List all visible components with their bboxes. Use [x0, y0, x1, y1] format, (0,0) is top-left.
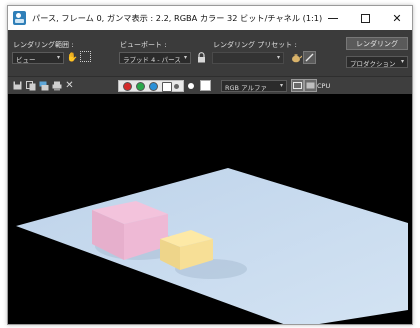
clone-icon[interactable]	[37, 79, 50, 92]
cpu-label: CPU	[317, 82, 331, 90]
rendered-scene	[16, 168, 408, 324]
render-area-value: ビュー	[16, 56, 36, 64]
render-viewport[interactable]	[8, 94, 412, 324]
print-icon[interactable]	[50, 79, 63, 92]
close-icon: ✕	[392, 11, 402, 25]
chevron-down-icon: ▾	[279, 82, 283, 89]
maximize-icon	[360, 13, 370, 23]
channel-toggle-group	[118, 80, 184, 92]
hand-icon[interactable]: ✋	[66, 51, 79, 64]
chevron-down-icon: ▾	[56, 54, 60, 61]
chevron-down-icon: ▾	[276, 54, 280, 61]
channel-value: RGB アルファ	[225, 84, 268, 92]
minimize-button[interactable]	[318, 6, 348, 30]
display-toggle-icon[interactable]	[291, 79, 304, 92]
preset-label: レンダリング プリセット :	[213, 41, 297, 49]
preset-dropdown[interactable]: ▾	[212, 52, 284, 64]
close-button[interactable]: ✕	[382, 6, 412, 30]
region-select-icon[interactable]	[80, 51, 91, 62]
maximize-button[interactable]	[350, 6, 380, 30]
production-value: プロダクション	[350, 60, 396, 68]
render-setup-icon[interactable]	[303, 51, 316, 64]
window-title: パース, フレーム 0, ガンマ表示 : 2.2, RGBA カラー 32 ビッ…	[32, 13, 323, 23]
title-bar[interactable]: パース, フレーム 0, ガンマ表示 : 2.2, RGBA カラー 32 ビッ…	[8, 6, 412, 30]
minimize-icon	[328, 17, 338, 19]
chevron-down-icon: ▾	[183, 54, 187, 61]
render-area-dropdown[interactable]: ビュー ▾	[12, 52, 64, 64]
save-icon[interactable]	[11, 79, 24, 92]
display-dot-icon[interactable]	[188, 83, 194, 89]
rendered-frame-window: パース, フレーム 0, ガンマ表示 : 2.2, RGBA カラー 32 ビッ…	[7, 5, 413, 325]
alpha-channel-toggle[interactable]	[162, 82, 172, 92]
render-button[interactable]: レンダリング	[346, 37, 408, 50]
frame-window-icon[interactable]	[304, 79, 317, 92]
chevron-down-icon: ▾	[400, 58, 404, 65]
red-channel-toggle[interactable]	[123, 82, 132, 91]
render-settings-toolbar: レンダリング範囲 : ビュー ▾ ✋ ビューポート : ラプッド 4 - パース…	[8, 30, 412, 76]
lock-icon[interactable]	[195, 51, 208, 64]
production-dropdown[interactable]: プロダクション ▾	[346, 56, 408, 68]
blue-channel-toggle[interactable]	[149, 82, 158, 91]
viewport-dropdown[interactable]: ラプッド 4 - パース ▾	[119, 52, 191, 64]
copy-icon[interactable]	[24, 79, 37, 92]
render-area-label: レンダリング範囲 :	[13, 41, 74, 49]
monochrome-dot-icon[interactable]	[174, 84, 179, 89]
app-icon	[13, 11, 26, 25]
viewport-value: ラプッド 4 - パース	[123, 56, 181, 64]
frame-toolbar: ✕ RGB アルファ ▾ CPU	[8, 76, 412, 94]
clear-icon[interactable]: ✕	[63, 79, 76, 92]
channel-dropdown[interactable]: RGB アルファ ▾	[221, 80, 287, 92]
background-color-swatch[interactable]	[200, 80, 211, 91]
green-channel-toggle[interactable]	[136, 82, 145, 91]
teapot-icon[interactable]	[289, 51, 302, 64]
viewport-label: ビューポート :	[120, 41, 167, 49]
